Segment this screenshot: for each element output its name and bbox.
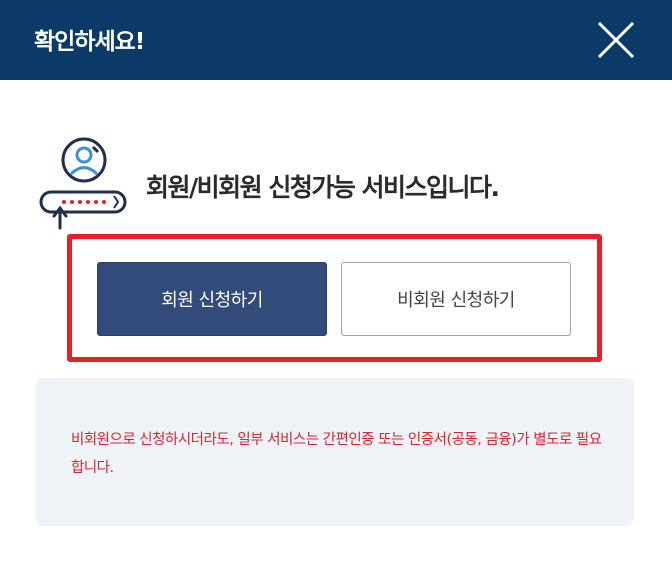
notice-text: 비회원으로 신청하시더라도, 일부 서비스는 간편인증 또는 인증서(공동, 금… [71,432,602,476]
dialog-header: 확인하세요! [0,0,672,80]
service-heading: 회원/비회원 신청가능 서비스입니다. [146,173,500,202]
notice-box: 비회원으로 신청하시더라도, 일부 서비스는 간편인증 또는 인증서(공동, 금… [35,378,634,526]
close-icon [597,21,635,59]
user-login-icon [39,137,127,230]
close-button[interactable] [594,18,638,62]
member-apply-button[interactable]: 회원 신청하기 [97,262,327,336]
dialog-title: 확인하세요! [34,29,145,55]
guest-apply-button[interactable]: 비회원 신청하기 [341,262,571,336]
